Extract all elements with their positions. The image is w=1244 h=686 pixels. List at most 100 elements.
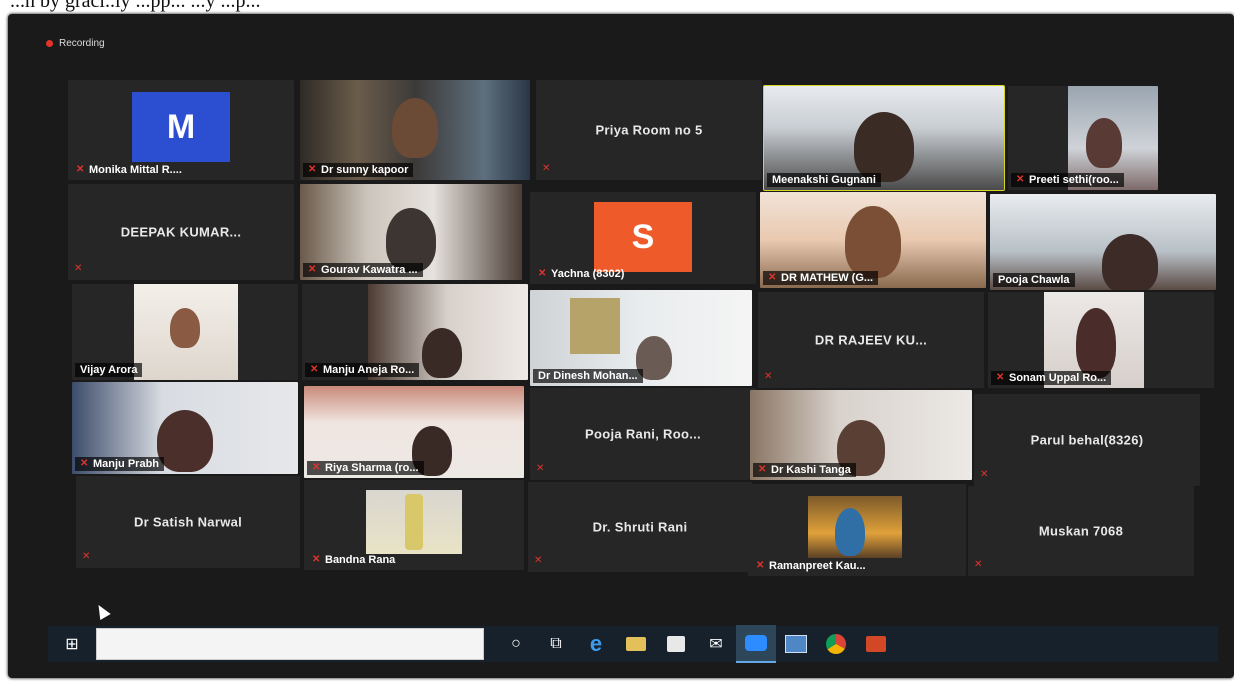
participant-name: Meenakshi Gugnani	[772, 174, 876, 186]
participant-silhouette	[854, 112, 914, 182]
mic-muted-icon: ✕	[996, 372, 1005, 383]
participant-name: DR RAJEEV KU...	[814, 332, 928, 348]
mic-muted-icon: ✕	[312, 554, 321, 565]
participant-tile-vijay[interactable]: Vijay Arora	[72, 284, 298, 380]
participant-tile-parul[interactable]: Parul behal(8326) ✕	[974, 394, 1200, 486]
participant-name-label: Vijay Arora	[75, 363, 143, 377]
mic-muted-icon: ✕	[758, 464, 767, 475]
participant-tile-sunny[interactable]: ✕ Dr sunny kapoor	[300, 80, 530, 180]
participant-name: Sonam Uppal Ro...	[1009, 372, 1107, 384]
participant-name-label: ✕ Gourav Kawatra ...	[303, 263, 423, 277]
mic-muted-icon: ✕	[980, 469, 989, 480]
participant-name: Dr Kashi Tanga	[771, 464, 851, 476]
participant-silhouette	[157, 410, 213, 472]
mic-muted-icon: ✕	[536, 463, 545, 474]
participant-tile-manju-aneja[interactable]: ✕ Manju Aneja Ro...	[302, 284, 528, 380]
participant-tile-pooja-chawla[interactable]: Pooja Chawla	[990, 194, 1216, 290]
participant-name-label: ✕ Ramanpreet Kau...	[751, 559, 871, 573]
mic-muted-icon: ✕	[310, 364, 319, 375]
participant-name: Vijay Arora	[80, 364, 138, 376]
participant-silhouette	[405, 494, 423, 550]
participant-name-label: ✕ Dr sunny kapoor	[303, 163, 414, 177]
photos-icon[interactable]	[776, 626, 816, 662]
participant-silhouette	[1076, 308, 1117, 378]
participant-silhouette	[835, 508, 866, 556]
participant-name: DEEPAK KUMAR...	[120, 224, 242, 240]
participant-tile-shruti[interactable]: Dr. Shruti Rani ✕	[528, 482, 752, 572]
windows-start-button[interactable]: ⊞	[48, 634, 96, 654]
participant-name: Manju Aneja Ro...	[323, 364, 415, 376]
taskbar-search-box[interactable]	[96, 628, 484, 660]
participant-tile-priya[interactable]: Priya Room no 5 ✕	[536, 80, 762, 180]
mic-muted-icon: ✕	[538, 268, 547, 279]
participant-name: DR MATHEW (G...	[781, 272, 874, 284]
participant-name-label: Meenakshi Gugnani	[767, 173, 881, 187]
participant-name: Parul behal(8326)	[1030, 432, 1144, 448]
participant-tile-dinesh[interactable]: Dr Dinesh Mohan...	[530, 290, 752, 386]
edge-browser-icon[interactable]: e	[576, 626, 616, 662]
mic-muted-icon: ✕	[542, 163, 551, 174]
participant-silhouette	[422, 328, 463, 378]
participant-name-label: ✕ Bandna Rana	[307, 553, 400, 567]
mic-muted-icon: ✕	[764, 371, 773, 382]
task-view-icon[interactable]: ⧉	[536, 626, 576, 662]
participant-name: Dr sunny kapoor	[321, 164, 409, 176]
participant-tile-deepak[interactable]: DEEPAK KUMAR... ✕	[68, 184, 294, 280]
participant-name: Riya Sharma (ro...	[325, 462, 419, 474]
participant-name: Ramanpreet Kau...	[769, 560, 866, 572]
participant-tile-monika[interactable]: M ✕ Monika Mittal R....	[68, 80, 294, 180]
chrome-icon[interactable]	[816, 626, 856, 662]
participant-name: Bandna Rana	[325, 554, 396, 566]
file-explorer-icon[interactable]	[616, 626, 656, 662]
participant-silhouette	[392, 98, 438, 158]
participant-silhouette	[1102, 234, 1159, 290]
participant-tile-pooja-rani[interactable]: Pooja Rani, Roo... ✕	[530, 388, 756, 480]
participant-tile-gourav[interactable]: ✕ Gourav Kawatra ...	[300, 184, 522, 280]
participant-tile-mathew[interactable]: ✕ DR MATHEW (G...	[760, 192, 986, 288]
participant-name: Dr Satish Narwal	[133, 514, 243, 530]
participant-silhouette	[170, 308, 200, 348]
avatar: S	[594, 202, 692, 272]
mic-muted-icon: ✕	[308, 264, 317, 275]
participant-tile-riya[interactable]: ✕ Riya Sharma (ro...	[304, 386, 524, 478]
mic-muted-icon: ✕	[82, 551, 91, 562]
mail-icon[interactable]: ✉	[696, 626, 736, 662]
participant-name-label: ✕ Riya Sharma (ro...	[307, 461, 424, 475]
mic-muted-icon: ✕	[76, 164, 85, 175]
participant-name: Yachna (8302)	[551, 268, 625, 280]
participant-tile-ramanpreet[interactable]: ✕ Ramanpreet Kau...	[748, 484, 966, 576]
participant-tile-muskan[interactable]: Muskan 7068 ✕	[968, 486, 1194, 576]
participant-name-label: ✕ DR MATHEW (G...	[763, 271, 879, 285]
mic-muted-icon: ✕	[312, 462, 321, 473]
participant-tile-rajeev[interactable]: DR RAJEEV KU... ✕	[758, 292, 984, 388]
photo-white-margin	[1234, 14, 1244, 678]
participant-name: Dr. Shruti Rani	[592, 519, 688, 535]
avatar-initial: M	[166, 107, 196, 146]
powerpoint-icon[interactable]	[856, 626, 896, 662]
mic-muted-icon: ✕	[308, 164, 317, 175]
participant-tile-meenakshi[interactable]: Meenakshi Gugnani	[763, 85, 1005, 191]
store-icon[interactable]	[656, 626, 696, 662]
cortana-circle-icon[interactable]: ○	[496, 626, 536, 662]
mic-muted-icon: ✕	[974, 559, 983, 570]
participant-silhouette	[845, 206, 901, 278]
participant-tile-sonam[interactable]: ✕ Sonam Uppal Ro...	[988, 292, 1214, 388]
participant-tile-satish[interactable]: Dr Satish Narwal ✕	[76, 476, 300, 568]
participant-name-label: Pooja Chawla	[993, 273, 1075, 287]
recording-indicator: Recording	[46, 38, 105, 49]
participant-name-label: ✕ Preeti sethi(roo...	[1011, 173, 1124, 187]
participant-name: Priya Room no 5	[595, 122, 703, 138]
participant-name-label: ✕ Sonam Uppal Ro...	[991, 371, 1112, 385]
participant-tile-kashi[interactable]: ✕ Dr Kashi Tanga	[750, 390, 972, 480]
avatar-initial: S	[631, 217, 655, 256]
participant-tile-bandna[interactable]: ✕ Bandna Rana	[304, 480, 524, 570]
participant-silhouette	[1086, 118, 1122, 168]
zoom-app-icon[interactable]	[736, 625, 776, 663]
wall-painting	[570, 298, 620, 354]
participant-tile-manju-prabh[interactable]: ✕ Manju Prabh	[72, 382, 298, 474]
mic-muted-icon: ✕	[80, 458, 89, 469]
participant-tile-yachna[interactable]: S ✕ Yachna (8302)	[530, 192, 756, 284]
participant-name-label: ✕ Manju Aneja Ro...	[305, 363, 420, 377]
participant-tile-preeti[interactable]: ✕ Preeti sethi(roo...	[1008, 86, 1158, 190]
mic-muted-icon: ✕	[768, 272, 777, 283]
